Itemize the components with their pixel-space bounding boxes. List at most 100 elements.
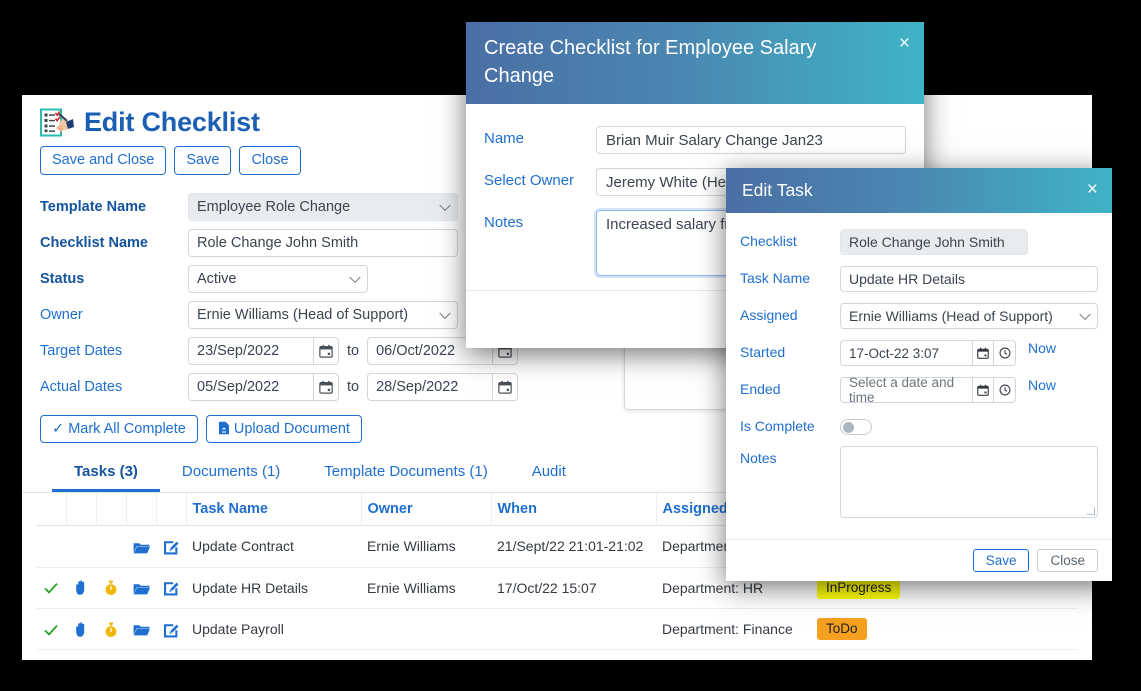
checklist-value: Role Change John Smith: [849, 234, 1005, 251]
chevron-down-icon: [349, 271, 361, 283]
target-date-from[interactable]: 23/Sep/2022: [188, 336, 339, 365]
ended-input[interactable]: Select a date and time: [840, 375, 972, 405]
started-label: Started: [740, 344, 786, 361]
actual-dates-label: Actual Dates: [40, 378, 123, 395]
upload-file-icon: [218, 421, 234, 437]
target-date-to-value: 06/Oct/2022: [376, 342, 456, 359]
task-modal-footer: Save Close: [726, 539, 1112, 581]
upload-document-button[interactable]: Upload Document: [205, 414, 362, 444]
calendar-icon[interactable]: [972, 340, 994, 367]
edit-icon-cell[interactable]: [156, 608, 186, 651]
col-edit: [156, 493, 187, 527]
actual-date-from-input[interactable]: 05/Sep/2022: [188, 372, 313, 401]
checklist-name-label: Checklist Name: [40, 234, 148, 251]
complete-icon-cell: [36, 525, 66, 568]
col-hand: [66, 493, 97, 527]
create-modal-title: Create Checklist for Employee Salary Cha…: [484, 37, 817, 87]
assigned-select[interactable]: Ernie Williams (Head of Support): [840, 303, 1098, 330]
clock-icon[interactable]: [994, 377, 1016, 404]
name-input[interactable]: Brian Muir Salary Change Jan23: [596, 126, 906, 155]
close-button[interactable]: Close: [239, 146, 301, 175]
clock-icon[interactable]: [994, 340, 1016, 367]
task-field-assigned: Assigned Ernie Williams (Head of Support…: [740, 303, 1098, 330]
save-button[interactable]: Save: [174, 146, 232, 175]
table-row[interactable]: Update Payroll Department: Finance ToDo: [36, 608, 1078, 651]
notes-label: Notes: [484, 214, 524, 232]
close-icon[interactable]: ×: [899, 34, 910, 53]
mark-all-complete-label: Mark All Complete: [68, 420, 186, 437]
ended-now-link[interactable]: Now: [1028, 377, 1056, 393]
check-icon: ✓: [52, 420, 65, 437]
when-cell: 21/Sept/22 21:01-21:02: [491, 525, 656, 568]
actual-date-from-value: 05/Sep/2022: [197, 378, 280, 395]
folder-icon-cell[interactable]: [126, 608, 156, 651]
complete-icon-cell[interactable]: [36, 608, 66, 651]
close-icon[interactable]: ×: [1087, 180, 1098, 199]
started-input[interactable]: 17-Oct-22 3:07: [840, 340, 972, 367]
complete-icon-cell[interactable]: [36, 567, 66, 609]
started-datetime: 17-Oct-22 3:07: [840, 340, 1016, 367]
actual-dates-to-label: to: [347, 378, 360, 395]
chevron-down-icon: [439, 307, 451, 319]
task-modal-header: Edit Task ×: [726, 168, 1112, 214]
calendar-icon[interactable]: [972, 377, 994, 404]
tab-documents[interactable]: Documents (1): [160, 457, 302, 492]
task-field-checklist: Checklist Role Change John Smith: [740, 229, 1098, 256]
select-owner-label: Select Owner: [484, 172, 575, 190]
task-name-label: Task Name: [740, 270, 811, 287]
assigned-label: Assigned: [740, 307, 798, 324]
owner-cell: Ernie Williams: [361, 567, 491, 609]
hand-icon-cell[interactable]: [66, 608, 96, 651]
task-name-cell: Update Contract: [186, 525, 361, 568]
task-field-task-name: Task Name Update HR Details: [740, 266, 1098, 293]
timer-icon-cell[interactable]: [96, 608, 126, 651]
actual-date-from[interactable]: 05/Sep/2022: [188, 372, 339, 401]
tab-tasks[interactable]: Tasks (3): [52, 457, 160, 493]
template-name-select[interactable]: Employee Role Change: [188, 192, 458, 221]
tab-template-documents[interactable]: Template Documents (1): [302, 457, 509, 492]
task-notes-textarea[interactable]: [840, 446, 1098, 519]
template-name-label: Template Name: [40, 198, 147, 215]
checklist-name-input[interactable]: Role Change John Smith: [188, 228, 458, 257]
timer-icon-cell: [96, 525, 126, 568]
task-field-ended: Ended Select a date and time Now: [740, 375, 1098, 405]
mark-all-complete-button[interactable]: ✓ Mark All Complete: [40, 414, 198, 444]
started-value: 17-Oct-22 3:07: [849, 345, 940, 361]
is-complete-toggle[interactable]: [840, 419, 872, 436]
edit-icon-cell[interactable]: [156, 567, 186, 609]
owner-cell: Ernie Williams: [361, 525, 491, 568]
hand-icon-cell[interactable]: [66, 567, 96, 609]
task-save-button[interactable]: Save: [972, 549, 1030, 573]
timer-icon-cell[interactable]: [96, 567, 126, 609]
actual-date-to-input[interactable]: 28/Sep/2022: [367, 372, 493, 401]
actual-date-to[interactable]: 28/Sep/2022: [367, 372, 519, 401]
folder-icon-cell[interactable]: [126, 525, 156, 568]
actual-date-to-value: 28/Sep/2022: [376, 378, 459, 395]
assigned-cell: Department: Finance: [656, 608, 811, 651]
calendar-icon[interactable]: [492, 372, 519, 401]
task-close-button[interactable]: Close: [1037, 549, 1098, 573]
chevron-down-icon: [1079, 308, 1091, 321]
target-date-from-value: 23/Sep/2022: [197, 342, 280, 359]
owner-select[interactable]: Ernie Williams (Head of Support): [188, 300, 458, 329]
col-folder: [126, 493, 157, 527]
task-field-is-complete: Is Complete: [740, 414, 1098, 436]
task-notes-label: Notes: [740, 450, 777, 467]
status-select[interactable]: Active: [188, 264, 368, 293]
tab-audit[interactable]: Audit: [510, 457, 588, 492]
create-modal-header: Create Checklist for Employee Salary Cha…: [466, 22, 924, 105]
name-label: Name: [484, 130, 525, 148]
checklist-readonly-field: Role Change John Smith: [840, 229, 1028, 256]
calendar-icon[interactable]: [313, 336, 339, 365]
started-now-link[interactable]: Now: [1028, 340, 1056, 356]
owner-value: Ernie Williams (Head of Support): [197, 306, 409, 323]
checklist-name-value: Role Change John Smith: [197, 234, 359, 251]
calendar-icon[interactable]: [313, 372, 339, 401]
task-name-input[interactable]: Update HR Details: [840, 266, 1098, 293]
template-name-value: Employee Role Change: [197, 198, 351, 215]
target-date-from-input[interactable]: 23/Sep/2022: [188, 336, 313, 365]
folder-icon-cell[interactable]: [126, 567, 156, 609]
edit-icon-cell[interactable]: [156, 525, 186, 568]
target-dates-to-label: to: [347, 342, 360, 359]
save-and-close-button[interactable]: Save and Close: [40, 146, 167, 175]
